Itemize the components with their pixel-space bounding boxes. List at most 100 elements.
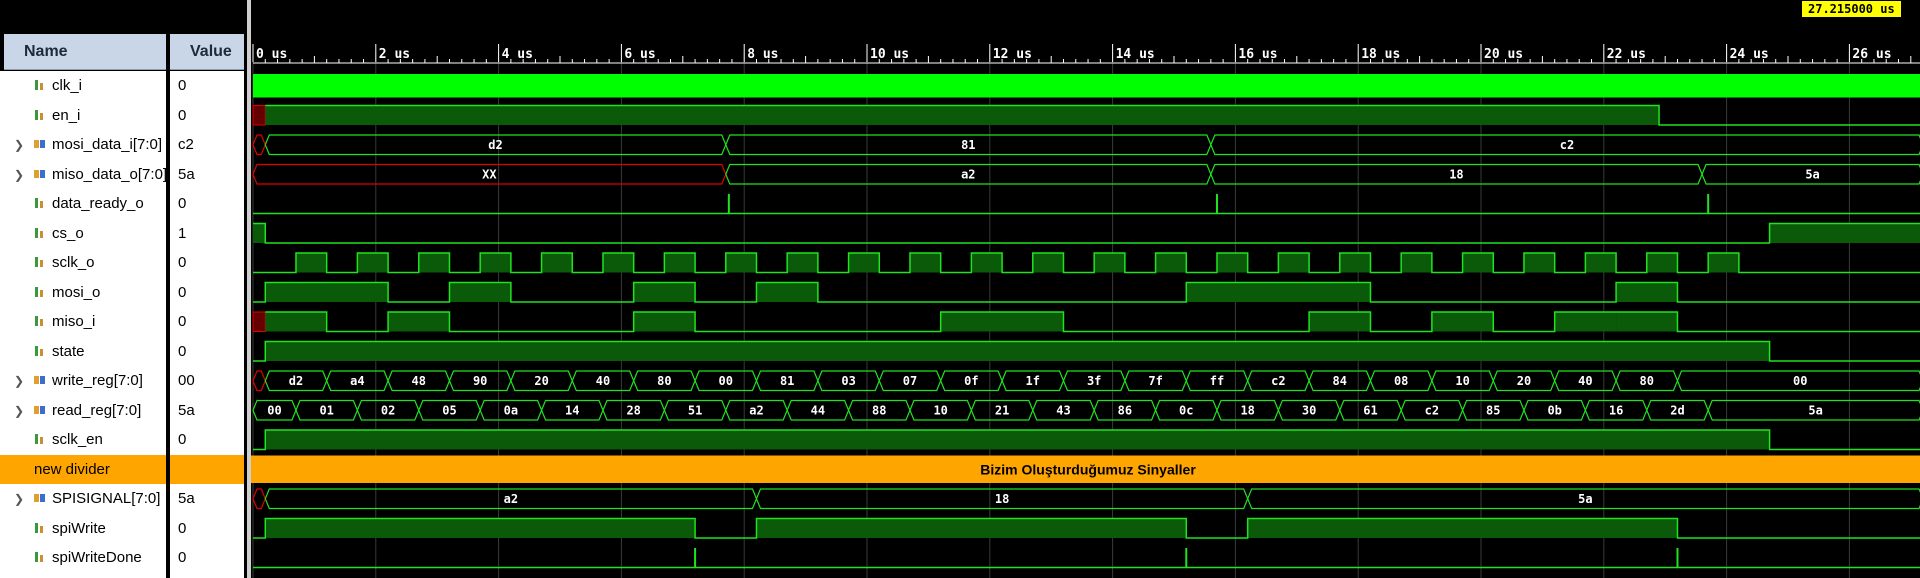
- ruler-tick-label: 12 us: [993, 47, 1032, 62]
- signal-value: 5a: [178, 165, 195, 183]
- logic-signal-icon: [34, 197, 46, 209]
- ruler-tick-label: 2 us: [379, 47, 410, 62]
- signal-name-cell[interactable]: mosi_o: [0, 278, 166, 308]
- ruler-tick-label: 22 us: [1607, 47, 1646, 62]
- signal-name-cell[interactable]: ❯ SPISIGNAL[7:0]: [0, 484, 166, 514]
- signal-row[interactable]: ❯ SPISIGNAL[7:0] 5a: [0, 484, 247, 514]
- signal-name-cell[interactable]: ❯ read_reg[7:0]: [0, 396, 166, 426]
- signal-name-cell[interactable]: sclk_en: [0, 425, 166, 455]
- bus-signal-icon: [34, 374, 46, 386]
- signal-name-cell[interactable]: new divider: [0, 454, 166, 484]
- high-level-fill: [265, 105, 1660, 125]
- signal-name: cs_o: [52, 224, 84, 242]
- signal-name-cell[interactable]: state: [0, 337, 166, 367]
- bus-value-label: d2: [289, 374, 303, 388]
- expand-chevron-icon[interactable]: ❯: [14, 138, 24, 152]
- high-level-fill: [449, 282, 511, 302]
- signal-name: spiWriteDone: [52, 549, 142, 566]
- expand-chevron-icon[interactable]: ❯: [14, 168, 24, 182]
- ruler-tick-label: 0 us: [256, 47, 287, 62]
- waveform-area[interactable]: 0 us 2 us 4 us 6 us 8 us 10 us 12 us 14 us 16 us…: [247, 0, 1920, 578]
- bus-signal-icon: [34, 404, 46, 416]
- high-level-fill: [909, 253, 941, 273]
- bus-value-label: 16: [1609, 403, 1623, 417]
- signal-row[interactable]: clk_i 0: [0, 71, 247, 101]
- signal-name: clk_i: [52, 77, 83, 94]
- expand-chevron-icon[interactable]: ❯: [14, 374, 24, 388]
- signal-name-cell[interactable]: cs_o: [0, 219, 166, 249]
- bus-segment: [252, 488, 266, 510]
- high-level-fill: [1401, 253, 1432, 273]
- name-column-header[interactable]: Name: [4, 34, 166, 70]
- expand-chevron-icon[interactable]: ❯: [14, 404, 24, 418]
- signal-name: spiWrite: [52, 519, 106, 537]
- high-level-fill: [1339, 253, 1371, 273]
- signal-name-cell[interactable]: en_i: [0, 101, 166, 131]
- signal-row[interactable]: ❯ mosi_data_i[7:0] c2: [0, 130, 247, 160]
- high-level-fill: [971, 253, 1003, 273]
- bus-value-label: 00: [1793, 374, 1807, 388]
- bus-value-label: 0c: [1179, 403, 1193, 417]
- signal-row[interactable]: en_i 0: [0, 101, 247, 131]
- signal-row[interactable]: state 0: [0, 337, 247, 367]
- bus-value-label: 20: [534, 374, 548, 388]
- signal-name-cell[interactable]: miso_i: [0, 307, 166, 337]
- bus-value-label: 08: [1394, 374, 1408, 388]
- signal-name: en_i: [52, 106, 81, 124]
- bus-value-label: 07: [903, 374, 917, 388]
- bus-value-label: d2: [488, 138, 502, 152]
- signal-name-cell[interactable]: clk_i: [0, 71, 166, 101]
- bus-value-label: 51: [688, 403, 702, 417]
- signal-name-cell[interactable]: ❯ write_reg[7:0]: [0, 366, 166, 396]
- signal-row[interactable]: miso_i 0: [0, 307, 247, 337]
- signal-name-cell[interactable]: spiWriteDone: [0, 543, 166, 573]
- ruler-tick-label: 4 us: [502, 47, 533, 62]
- cursor-time-label[interactable]: 27.215000 us: [1802, 1, 1901, 17]
- signal-name-cell[interactable]: spiWrite: [0, 514, 166, 544]
- signal-row[interactable]: cs_o 1: [0, 219, 247, 249]
- high-level-fill: [265, 312, 327, 332]
- signal-row[interactable]: new divider: [0, 454, 247, 484]
- signal-row[interactable]: ❯ miso_data_o[7:0] 5a: [0, 160, 247, 190]
- signal-row[interactable]: data_ready_o 0: [0, 189, 247, 219]
- bus-value-label: 85: [1486, 403, 1500, 417]
- bus-value-label: 5a: [1808, 403, 1822, 417]
- high-level-fill: [1462, 253, 1494, 273]
- signal-name-cell[interactable]: ❯ mosi_data_i[7:0]: [0, 130, 166, 160]
- bus-value-label: 14: [565, 403, 579, 417]
- value-column-header[interactable]: Value: [170, 34, 244, 70]
- signal-value: c2: [178, 136, 194, 153]
- signal-name: data_ready_o: [52, 195, 144, 212]
- signal-row[interactable]: spiWriteDone 0: [0, 543, 247, 573]
- bus-value-label: 84: [1333, 374, 1347, 388]
- bus-value-label: 48: [412, 374, 426, 388]
- bus-value-label: 80: [1640, 374, 1654, 388]
- high-level-fill: [357, 253, 389, 273]
- logic-signal-icon: [34, 286, 46, 298]
- high-level-fill: [848, 253, 880, 273]
- high-level-fill: [787, 253, 818, 273]
- signal-value: 1: [178, 224, 187, 242]
- signal-name-cell[interactable]: data_ready_o: [0, 189, 166, 219]
- signal-row[interactable]: ❯ write_reg[7:0] 00: [0, 366, 247, 396]
- logic-signal-icon: [34, 315, 46, 327]
- logic-signal-icon: [34, 227, 46, 239]
- signal-name-cell[interactable]: sclk_o: [0, 248, 166, 278]
- high-level-fill: [1523, 253, 1555, 273]
- bit-waveform: [253, 222, 1920, 244]
- bus-value-label: 0b: [1547, 403, 1561, 417]
- signal-value: 0: [178, 519, 187, 537]
- logic-signal-icon: [34, 522, 46, 534]
- expand-chevron-icon[interactable]: ❯: [14, 492, 24, 506]
- signal-row[interactable]: ❯ read_reg[7:0] 5a: [0, 396, 247, 426]
- signal-name-cell[interactable]: ❯ miso_data_o[7:0]: [0, 160, 166, 190]
- signal-row[interactable]: mosi_o 0: [0, 278, 247, 308]
- signal-row[interactable]: sclk_en 0: [0, 425, 247, 455]
- signal-row[interactable]: spiWrite 0: [0, 514, 247, 544]
- signal-row[interactable]: sclk_o 0: [0, 248, 247, 278]
- bus-value-label: 80: [657, 374, 671, 388]
- high-level-fill: [633, 282, 696, 302]
- bus-value-label: 90: [473, 374, 487, 388]
- logic-signal-icon: [34, 433, 46, 445]
- signal-value: [170, 454, 244, 484]
